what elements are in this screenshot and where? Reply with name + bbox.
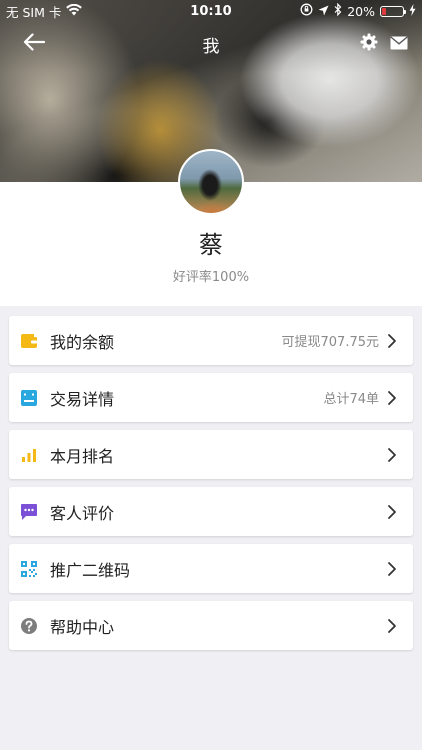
receipt-icon [20,389,38,407]
user-name: 蔡 [199,231,223,259]
settings-button[interactable] [356,31,382,57]
back-button[interactable] [20,30,48,58]
avatar[interactable] [178,149,244,215]
menu-label: 客人评价 [50,503,115,523]
battery-percent: 20% [347,3,375,19]
menu-item-transactions[interactable]: 交易详情 总计74单 [9,373,413,422]
menu-label: 推广二维码 [50,560,131,580]
menu-item-balance[interactable]: 我的余额 可提现707.75元 [9,316,413,365]
wallet-icon [20,332,38,350]
carrier-label: 无 SIM 卡 [6,4,62,20]
status-left: 无 SIM 卡 [6,2,83,21]
qr-code-icon [20,560,38,578]
gear-icon [360,33,378,55]
rating-text: 好评率100% [172,270,250,285]
chevron-right-icon [387,504,397,520]
chat-bubble-icon [20,503,38,521]
charging-icon [409,3,416,19]
menu-label: 我的余额 [50,332,115,352]
help-icon [20,617,38,635]
chevron-right-icon [387,561,397,577]
navigation-bar: 我 [0,22,422,66]
menu-label: 帮助中心 [50,617,115,637]
menu-item-ranking[interactable]: 本月排名 [9,430,413,479]
envelope-icon [390,35,408,54]
menu-item-help[interactable]: 帮助中心 [9,601,413,650]
wifi-icon [66,3,83,19]
page-title: 我 [202,36,220,57]
messages-button[interactable] [386,31,412,57]
chevron-right-icon [387,390,397,406]
orientation-lock-icon [300,3,313,19]
menu-label: 本月排名 [50,446,115,466]
chevron-right-icon [387,447,397,463]
battery-icon [380,5,406,17]
chevron-right-icon [387,618,397,634]
balance-value: 可提现707.75元 [281,335,380,350]
status-bar: 无 SIM 卡 10:10 20% [0,0,422,22]
menu-item-qr-code[interactable]: 推广二维码 [9,544,413,593]
menu-list: 我的余额 可提现707.75元 交易详情 总计74单 本月排名 客人评价 推广二… [9,316,413,658]
bar-chart-icon [20,446,38,464]
chevron-right-icon [387,333,397,349]
menu-item-reviews[interactable]: 客人评价 [9,487,413,536]
bluetooth-icon [334,2,342,19]
location-icon [318,4,329,19]
menu-label: 交易详情 [50,389,115,409]
status-right: 20% [300,2,416,19]
back-arrow-icon [23,33,46,55]
transactions-total: 总计74单 [323,392,379,407]
